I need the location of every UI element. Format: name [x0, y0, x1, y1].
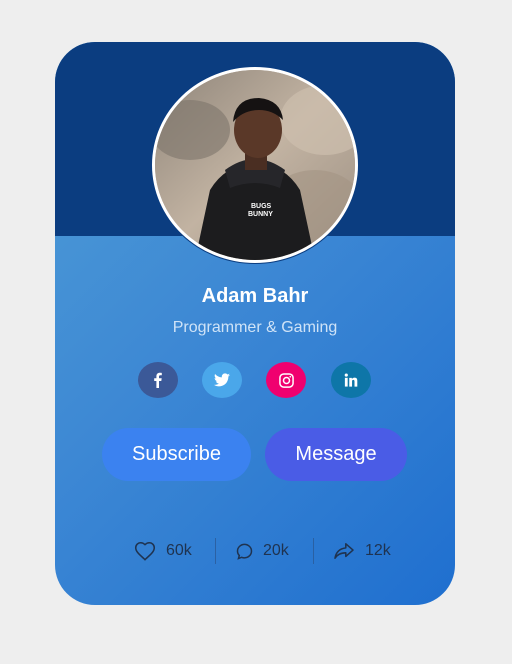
comment-icon	[236, 543, 253, 560]
profile-role: Programmer & Gaming	[172, 319, 338, 336]
shirt-text-1: BUGS	[251, 203, 272, 210]
message-button[interactable]: Message	[265, 428, 407, 481]
avatar-photo: BUGS BUNNY	[155, 70, 355, 260]
facebook-button[interactable]	[138, 362, 178, 398]
comments-stat[interactable]: 20k	[236, 539, 289, 563]
profile-card: BUGS BUNNY Adam Bahr Programmer & Gaming…	[55, 42, 455, 605]
facebook-icon	[154, 372, 162, 388]
profile-name: Adam Bahr	[201, 285, 309, 307]
instagram-icon	[278, 372, 294, 388]
likes-count: 60k	[166, 542, 192, 559]
linkedin-button[interactable]	[331, 362, 371, 398]
avatar: BUGS BUNNY	[152, 67, 358, 263]
instagram-button[interactable]	[266, 362, 306, 398]
heart-icon	[134, 541, 156, 561]
linkedin-icon	[344, 373, 358, 387]
shares-stat[interactable]: 12k	[333, 539, 391, 563]
shares-count: 12k	[365, 542, 391, 559]
stat-divider	[313, 538, 314, 564]
stat-divider	[215, 538, 216, 564]
share-icon	[334, 543, 354, 559]
twitter-button[interactable]	[202, 362, 242, 398]
shirt-text-2: BUNNY	[248, 211, 273, 218]
likes-stat[interactable]: 60k	[134, 539, 192, 563]
twitter-icon	[214, 373, 230, 387]
subscribe-button[interactable]: Subscribe	[102, 428, 251, 481]
comments-count: 20k	[263, 542, 289, 559]
